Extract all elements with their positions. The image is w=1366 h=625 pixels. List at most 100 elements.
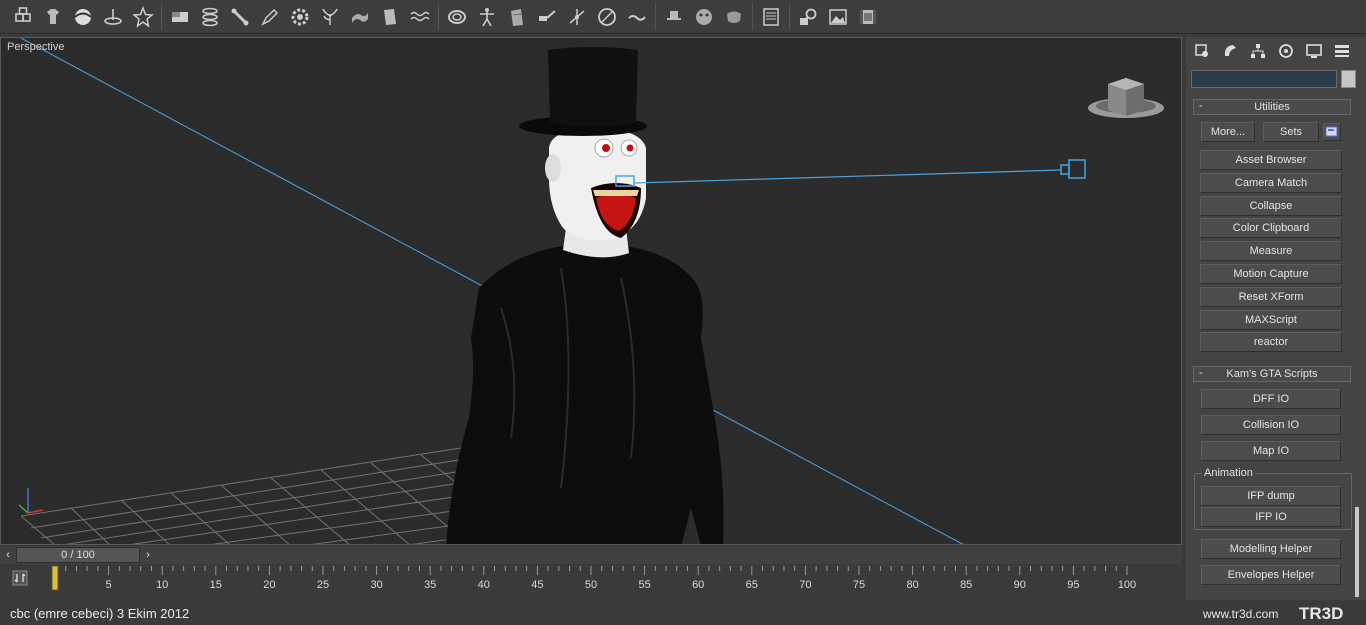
picture-icon[interactable] (823, 2, 853, 32)
collapse-button[interactable]: Collapse (1200, 195, 1342, 216)
animation-group-title: Animation (1202, 467, 1255, 479)
star-shape-icon[interactable] (128, 2, 158, 32)
name-field[interactable] (1191, 70, 1337, 88)
color-clipboard-button[interactable]: Color Clipboard (1200, 218, 1342, 239)
ruler-tick-label: 55 (638, 579, 650, 591)
ifp-io-button[interactable]: IFP IO (1201, 507, 1341, 527)
film-icon[interactable] (853, 2, 883, 32)
document-icon[interactable] (502, 2, 532, 32)
collision-io-button[interactable]: Collision IO (1201, 415, 1341, 435)
camera-icon[interactable] (1060, 159, 1086, 179)
toolbar-separator (789, 4, 790, 30)
camera-match-button[interactable]: Camera Match (1200, 172, 1342, 193)
sets-button[interactable]: Sets (1263, 122, 1319, 142)
asset-browser-button[interactable]: Asset Browser (1200, 150, 1342, 170)
loop-icon[interactable] (442, 2, 472, 32)
gta-rollout-header[interactable]: - Kam's GTA Scripts (1193, 366, 1351, 382)
collapse-icon: - (1199, 100, 1203, 112)
toolbar-separator (438, 4, 439, 30)
create-tab-icon[interactable] (1188, 38, 1216, 64)
next-frame-icon[interactable]: › (141, 548, 155, 562)
utilities-title: Utilities (1254, 101, 1290, 113)
time-slider[interactable]: ‹ 0 / 100 › (0, 546, 1182, 564)
cloth-icon[interactable] (345, 2, 375, 32)
render-search-icon[interactable] (793, 2, 823, 32)
wheel-icon[interactable] (592, 2, 622, 32)
maxscript-button[interactable]: MAXScript (1200, 309, 1342, 330)
shirt-icon[interactable] (38, 2, 68, 32)
face-icon[interactable] (689, 2, 719, 32)
display-tab-icon[interactable] (1300, 38, 1328, 64)
block-icon[interactable] (165, 2, 195, 32)
wave-icon[interactable] (405, 2, 435, 32)
collapse-icon: - (1199, 367, 1203, 379)
ruler-tick-label: 20 (263, 579, 275, 591)
motion-capture-button[interactable]: Motion Capture (1200, 264, 1342, 284)
website-text: www.tr3d.com (1203, 607, 1279, 621)
perspective-viewport[interactable]: Perspective (0, 37, 1182, 545)
character-robe[interactable] (446, 243, 724, 545)
character-hat[interactable] (548, 47, 638, 127)
paper-icon[interactable] (375, 2, 405, 32)
frame-ruler[interactable]: 0510152025303540455055606570758085909510… (0, 565, 1182, 593)
tool-icon[interactable] (532, 2, 562, 32)
bone-icon[interactable] (225, 2, 255, 32)
more-button[interactable]: More... (1201, 122, 1255, 142)
ruler-tick-label: 65 (746, 579, 758, 591)
configure-sets-icon[interactable] (1323, 123, 1341, 141)
status-bar: cbc (emre cebeci) 3 Ekim 2012 www.tr3d.c… (0, 600, 1366, 625)
ruler-tick-label: 90 (1014, 579, 1026, 591)
panel-scrollbar[interactable] (1355, 507, 1359, 597)
toolbar-group-create (8, 0, 883, 34)
map-io-button[interactable]: Map IO (1201, 441, 1341, 461)
gta-title: Kam's GTA Scripts (1226, 368, 1318, 380)
envelopes-helper-button[interactable]: Envelopes Helper (1201, 565, 1341, 585)
measure-button[interactable]: Measure (1200, 241, 1342, 262)
sphere-icon[interactable] (68, 2, 98, 32)
axis-icon[interactable] (562, 2, 592, 32)
ifp-dump-button[interactable]: IFP dump (1201, 486, 1341, 506)
motion-tab-icon[interactable] (1272, 38, 1300, 64)
toolbar-separator (655, 4, 656, 30)
mask-icon[interactable] (719, 2, 749, 32)
ruler-tick-label: 75 (853, 579, 865, 591)
hat-icon[interactable] (659, 2, 689, 32)
modelling-helper-button[interactable]: Modelling Helper (1201, 539, 1341, 559)
ruler-tick-label: 85 (960, 579, 972, 591)
hierarchy-tab-icon[interactable] (1244, 38, 1272, 64)
dff-io-button[interactable]: DFF IO (1201, 389, 1341, 409)
gear-icon[interactable] (285, 2, 315, 32)
track-bar[interactable]: 0510152025303540455055606570758085909510… (0, 565, 1182, 593)
utilities-tab-icon[interactable] (1328, 38, 1356, 64)
viewport-label[interactable]: Perspective (7, 41, 64, 53)
main-toolbar (0, 0, 1366, 34)
cylinder-stack-icon[interactable] (195, 2, 225, 32)
reactor-button[interactable]: reactor (1200, 332, 1342, 353)
brand-text: TR3D (1299, 604, 1343, 623)
ruler-tick-label: 10 (156, 579, 168, 591)
ruler-tick-label: 50 (585, 579, 597, 591)
viewcube[interactable] (1088, 78, 1164, 118)
ruler-tick-label: 80 (906, 579, 918, 591)
hair-icon[interactable] (622, 2, 652, 32)
create-box-icon[interactable] (8, 2, 38, 32)
color-swatch[interactable] (1341, 70, 1356, 88)
figure-icon[interactable] (472, 2, 502, 32)
pen-icon[interactable] (255, 2, 285, 32)
plant-icon[interactable] (315, 2, 345, 32)
toolbar-separator (161, 4, 162, 30)
viewport-scene[interactable] (1, 38, 1182, 545)
panel-icon[interactable] (756, 2, 786, 32)
current-frame-marker[interactable] (51, 565, 59, 591)
ruler-tick-label: 25 (317, 579, 329, 591)
ruler-tick-label: 100 (1118, 579, 1136, 591)
ruler-tick-label: 35 (424, 579, 436, 591)
ruler-tick-label: 95 (1067, 579, 1079, 591)
reset-xform-button[interactable]: Reset XForm (1200, 286, 1342, 307)
utilities-rollout-header[interactable]: - Utilities (1193, 99, 1351, 115)
modify-tab-icon[interactable] (1216, 38, 1244, 64)
time-slider-thumb[interactable]: 0 / 100 (16, 547, 140, 563)
prev-frame-icon[interactable]: ‹ (1, 548, 15, 562)
panel-tabs (1186, 37, 1366, 65)
dish-icon[interactable] (98, 2, 128, 32)
